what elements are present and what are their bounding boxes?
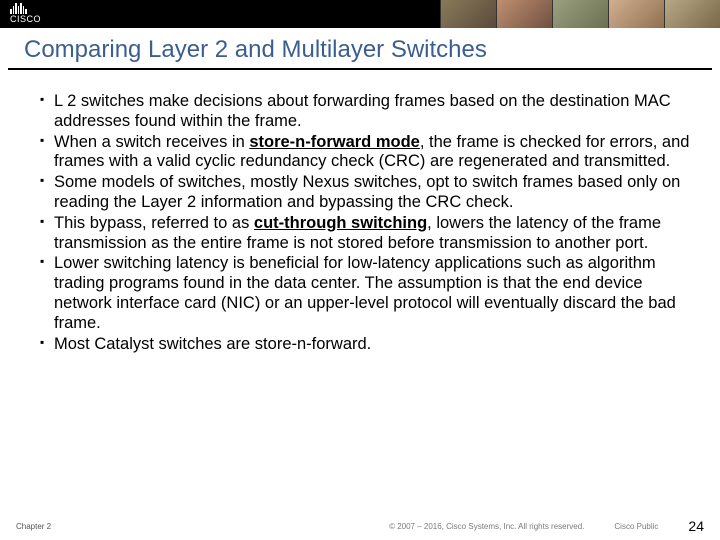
list-item: Some models of switches, mostly Nexus sw… (40, 173, 690, 213)
logo-text: CISCO (10, 14, 41, 24)
list-item: L 2 switches make decisions about forwar… (40, 92, 690, 132)
list-item: This bypass, referred to as cut-through … (40, 214, 690, 254)
top-bar: CISCO (0, 0, 720, 28)
content-area: L 2 switches make decisions about forwar… (0, 70, 720, 354)
list-item: Most Catalyst switches are store-n-forwa… (40, 335, 690, 355)
header-photo (440, 0, 496, 28)
header-photo (608, 0, 664, 28)
copyright-text: © 2007 – 2016, Cisco Systems, Inc. All r… (389, 522, 584, 531)
public-label: Cisco Public (614, 522, 658, 531)
bullet-list: L 2 switches make decisions about forwar… (40, 92, 690, 354)
footer: Chapter 2 © 2007 – 2016, Cisco Systems, … (0, 518, 720, 534)
header-photo (664, 0, 720, 28)
list-item: When a switch receives in store-n-forwar… (40, 133, 690, 173)
photo-strip (440, 0, 720, 28)
header-photo (552, 0, 608, 28)
page-number: 24 (688, 518, 704, 534)
slide-title: Comparing Layer 2 and Multilayer Switche… (0, 28, 720, 66)
cisco-logo: CISCO (10, 3, 41, 24)
chapter-label: Chapter 2 (16, 522, 51, 531)
list-item: Lower switching latency is beneficial fo… (40, 254, 690, 333)
logo-bars-icon (10, 3, 28, 14)
header-photo (496, 0, 552, 28)
